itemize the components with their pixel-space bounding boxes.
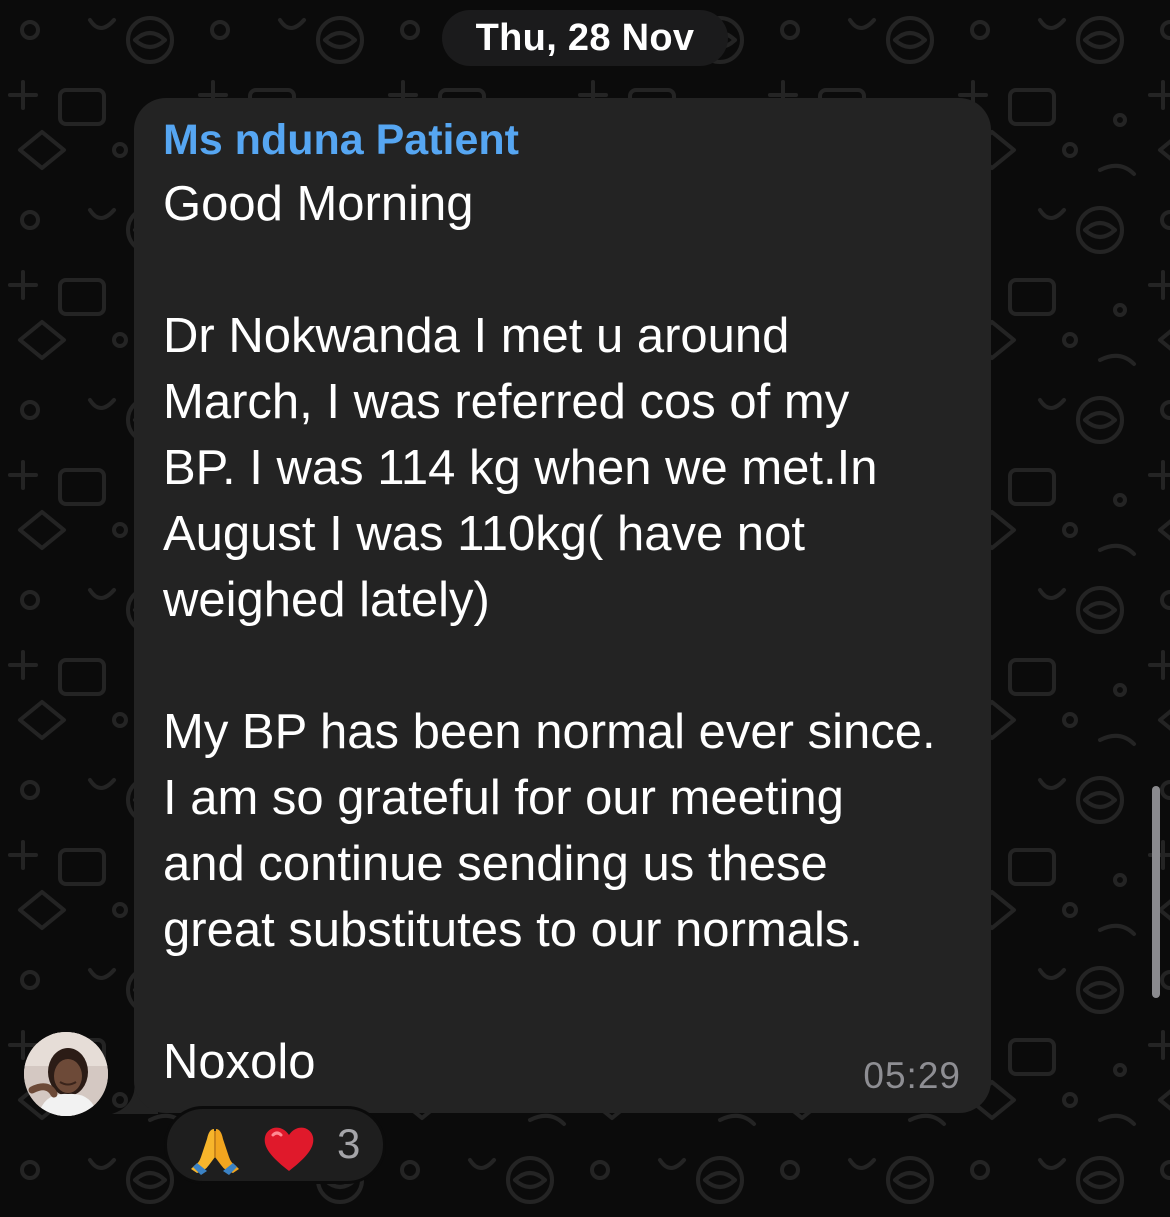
- date-separator: Thu, 28 Nov: [442, 10, 728, 66]
- sender-avatar[interactable]: [24, 1032, 108, 1116]
- message-text: Good Morning Dr Nokwanda I met u around …: [163, 177, 936, 1089]
- reaction-count: 3: [337, 1120, 361, 1167]
- red-heart-icon: [264, 1127, 314, 1171]
- folded-hands-icon: [191, 1129, 239, 1175]
- sender-name[interactable]: Ms nduna Patient: [163, 116, 519, 165]
- scrollbar[interactable]: [1152, 786, 1160, 998]
- reactions-pill[interactable]: 3: [164, 1106, 386, 1184]
- incoming-message-bubble[interactable]: Ms nduna Patient Good Morning Dr Nokwand…: [134, 98, 991, 1113]
- message-timestamp: 05:29: [863, 1055, 961, 1096]
- avatar-photo: [24, 1032, 108, 1116]
